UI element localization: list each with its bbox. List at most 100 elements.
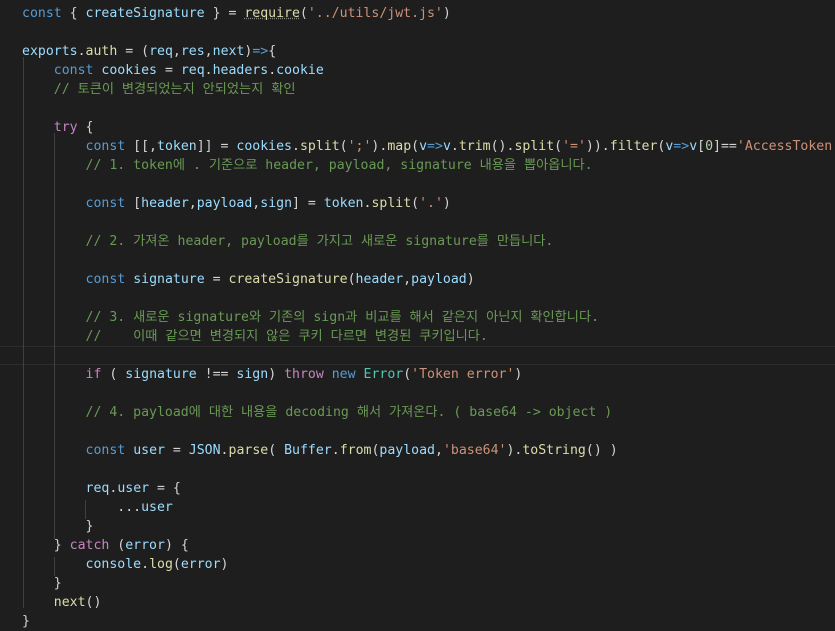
code-token: ( <box>403 367 412 382</box>
code-token: ) <box>466 272 475 287</box>
code-token: trim <box>458 139 491 154</box>
code-token: . <box>220 443 229 458</box>
code-token: user <box>133 443 165 458</box>
code-token: => <box>673 139 690 154</box>
code-token: signature <box>133 272 205 287</box>
code-token: // 4. payload에 대한 내용을 decoding 해서 가져온다. … <box>85 405 613 420</box>
code-text: // 4. payload에 대한 내용을 decoding 해서 가져온다. … <box>22 403 613 422</box>
code-token: ) <box>220 557 229 572</box>
code-token: Error <box>363 367 404 382</box>
code-token: () ) <box>585 443 618 458</box>
code-token: const <box>22 6 62 21</box>
code-token: from <box>339 443 372 458</box>
code-token: ( <box>268 443 285 458</box>
code-token: ) <box>442 196 451 211</box>
code-token: req <box>180 63 205 78</box>
code-token: signature <box>125 367 197 382</box>
code-token: // 1. token에 . 기준으로 header, payload, sig… <box>85 158 593 173</box>
code-token: = { <box>149 481 181 496</box>
code-token: 'AccessToken' <box>736 139 835 154</box>
code-editor[interactable]: const { createSignature } = require('../… <box>0 0 835 631</box>
code-token: ( <box>339 139 348 154</box>
code-token: ( <box>299 6 308 21</box>
code-token: user <box>117 481 150 496</box>
code-token: } <box>22 519 94 534</box>
current-line-highlight <box>0 346 835 365</box>
code-token: => <box>427 139 443 154</box>
code-token: } <box>22 614 30 629</box>
code-token: = <box>157 63 181 78</box>
code-token: ... <box>22 500 142 515</box>
code-token: ';' <box>347 139 372 154</box>
code-text: ...user <box>22 498 173 517</box>
code-token: headers <box>212 63 269 78</box>
code-text: // 1. token에 . 기준으로 header, payload, sig… <box>22 156 593 175</box>
code-token: req <box>149 44 173 59</box>
code-text: } <box>22 612 30 631</box>
code-token: ]== <box>713 139 737 154</box>
code-token: 'Token error' <box>411 367 515 382</box>
code-token: // 2. 가져온 header, payload를 가지고 새로운 signa… <box>85 234 554 249</box>
code-token: req <box>85 481 110 496</box>
code-token: const <box>85 139 126 154</box>
code-token: user <box>141 500 173 515</box>
code-token: . <box>450 139 459 154</box>
code-text: const cookies = req.headers.cookie <box>22 61 324 80</box>
code-token: } = <box>204 6 245 21</box>
code-token: token <box>323 196 364 211</box>
code-token: = <box>164 443 189 458</box>
code-token: parse <box>228 443 269 458</box>
code-text: // 2. 가져온 header, payload를 가지고 새로운 signa… <box>22 232 554 251</box>
code-token: payload <box>196 196 253 211</box>
code-token: // 3. 새로운 signature와 기존의 sign과 비교를 해서 같은… <box>85 310 600 325</box>
code-token: ] = <box>292 196 324 211</box>
code-token: ). <box>506 443 523 458</box>
code-token: )). <box>585 139 610 154</box>
code-token: toString <box>522 443 586 458</box>
code-token: } <box>22 538 70 553</box>
code-token: . <box>77 44 86 59</box>
code-token: header <box>355 272 404 287</box>
code-token: ) <box>514 367 523 382</box>
code-token: ) <box>442 6 451 21</box>
code-token: () <box>85 595 102 610</box>
code-token: log <box>149 557 173 572</box>
code-token: exports <box>22 44 78 59</box>
code-text: } <box>22 517 94 536</box>
code-token: !== <box>196 367 237 382</box>
code-token: payload <box>379 443 435 458</box>
code-token: 'base64' <box>442 443 507 458</box>
code-token: 0 <box>705 139 714 154</box>
code-token: . <box>204 63 213 78</box>
code-token: cookie <box>276 63 324 78</box>
code-text: const [[,token]] = cookies.split(';').ma… <box>22 137 835 156</box>
code-text: const { createSignature } = require('../… <box>22 4 451 23</box>
code-token: split <box>371 196 412 211</box>
code-token: split <box>514 139 555 154</box>
code-token: res <box>180 44 205 59</box>
code-token: '.' <box>419 196 443 211</box>
code-token: filter <box>609 139 658 154</box>
code-token: cookies <box>236 139 292 154</box>
code-token: require <box>244 6 300 21</box>
code-token: next <box>212 44 245 59</box>
code-token: ( <box>347 272 356 287</box>
code-token: header <box>141 196 189 211</box>
code-token: createSignature <box>228 272 348 287</box>
code-token: map <box>387 139 412 154</box>
